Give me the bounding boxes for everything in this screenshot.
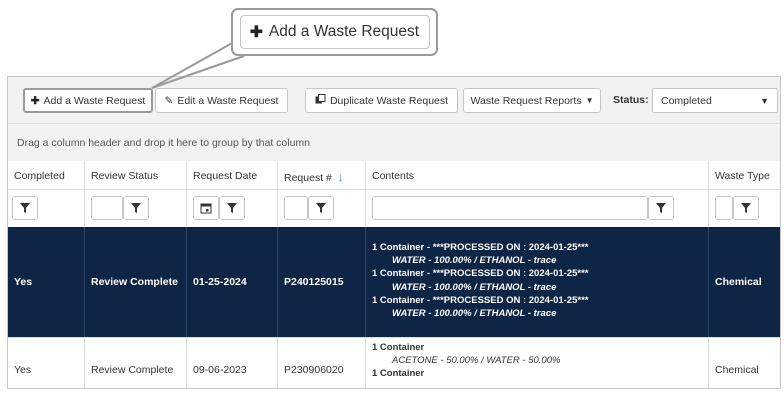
callout-add-waste-request-button: ✚ Add a Waste Request [239, 15, 430, 49]
plus-icon: ✚ [249, 23, 263, 41]
callout-connector [151, 41, 245, 89]
callout-label: Add a Waste Request [268, 23, 420, 40]
zoom-callout: ✚ Add a Waste Request [231, 8, 438, 56]
